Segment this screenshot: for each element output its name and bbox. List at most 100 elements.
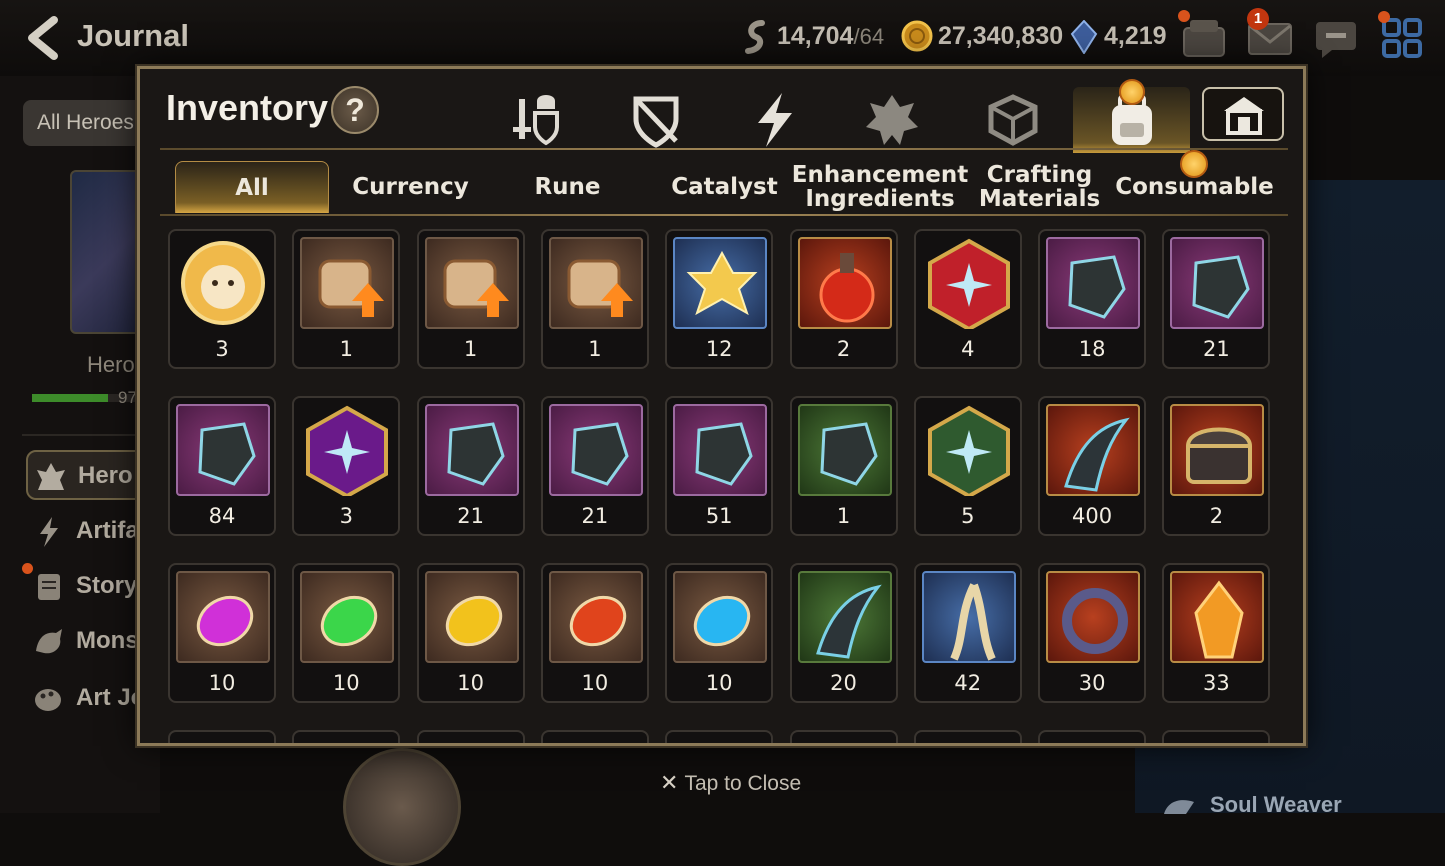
soul-weaver-icon bbox=[1164, 800, 1194, 814]
upgrade-scroll-icon bbox=[300, 237, 395, 329]
item-count: 30 bbox=[1078, 671, 1106, 695]
inventory-item-cyan-armor-rune[interactable]: 21 bbox=[1162, 229, 1271, 369]
mascot-token-icon bbox=[176, 237, 270, 329]
inventory-item-rainbow-upgrade-scroll[interactable]: 1 bbox=[416, 229, 525, 369]
inventory-item-hammer-rune[interactable]: 84 bbox=[168, 396, 276, 536]
inventory-item-partial[interactable] bbox=[913, 730, 1022, 743]
white-sword-rune-icon bbox=[797, 404, 892, 496]
purple-star-rune-icon bbox=[300, 404, 394, 496]
inventory-item-flame-crystal[interactable]: 33 bbox=[1162, 563, 1271, 703]
tabs-divider bbox=[160, 214, 1288, 216]
inventory-item-yellow-sun-gem[interactable]: 10 bbox=[416, 563, 525, 703]
shop-icon[interactable] bbox=[1180, 14, 1228, 62]
inventory-item-dragon-upgrade-scroll[interactable]: 1 bbox=[540, 229, 649, 369]
inventory-item-spirit-ring[interactable]: 30 bbox=[1038, 563, 1147, 703]
herb-root-icon bbox=[921, 571, 1016, 663]
equipment-icon[interactable] bbox=[507, 91, 567, 149]
rune-icon[interactable] bbox=[862, 91, 922, 149]
inventory-item-green-leaf-gem[interactable]: 10 bbox=[292, 563, 401, 703]
inventory-item-red-potion[interactable]: 2 bbox=[789, 229, 898, 369]
inventory-item-golden-crystal-flower[interactable]: 12 bbox=[665, 229, 774, 369]
inventory-item-cyan-rune[interactable]: 18 bbox=[1038, 229, 1147, 369]
close-icon: ✕ bbox=[660, 770, 679, 795]
cyan-armor-rune-icon bbox=[1170, 237, 1265, 329]
inventory-item-green-star-rune[interactable]: 5 bbox=[913, 396, 1022, 536]
flame-crystal-icon bbox=[1170, 571, 1265, 663]
tab-currency[interactable]: Currency bbox=[333, 161, 488, 213]
inventory-item-purple-star-rune[interactable]: 3 bbox=[292, 396, 401, 536]
storage-button[interactable] bbox=[1202, 87, 1284, 141]
item-count: 10 bbox=[457, 671, 484, 695]
pink-moon-gem-icon bbox=[176, 571, 270, 663]
tab-all[interactable]: All bbox=[175, 161, 329, 213]
item-count: 33 bbox=[1203, 671, 1230, 695]
modal-title: Inventory bbox=[166, 87, 329, 128]
inventory-item-monster-claw[interactable]: 20 bbox=[789, 563, 898, 703]
inventory-item-partial[interactable] bbox=[1162, 730, 1271, 743]
dark-claw-fragment-icon bbox=[1046, 404, 1141, 496]
tab-crafting-materials[interactable]: Crafting Materials bbox=[962, 161, 1117, 213]
frame-corner bbox=[1283, 723, 1303, 743]
box-icon[interactable] bbox=[983, 91, 1043, 149]
inventory-item-partial[interactable] bbox=[665, 730, 774, 743]
inventory-item-red-flame-gem[interactable]: 10 bbox=[540, 563, 649, 703]
inventory-item-exclamation-rune[interactable]: 51 bbox=[665, 396, 774, 536]
inventory-item-treasure-chest[interactable]: 2 bbox=[1162, 396, 1271, 536]
inventory-item-dark-claw-fragment[interactable]: 400 bbox=[1038, 396, 1147, 536]
item-count: 10 bbox=[581, 671, 609, 695]
red-flame-gem-icon bbox=[548, 571, 643, 663]
back-arrow-icon[interactable] bbox=[20, 14, 64, 62]
inventory-item-blue-ice-gem[interactable]: 10 bbox=[665, 563, 774, 703]
consumable-notification-dot bbox=[1180, 150, 1208, 178]
item-count: 21 bbox=[457, 504, 484, 528]
frame-corner bbox=[140, 69, 160, 89]
category-notification-dot bbox=[1119, 79, 1145, 105]
lightning-icon[interactable] bbox=[746, 91, 806, 149]
inventory-item-partial[interactable] bbox=[292, 730, 401, 743]
help-button[interactable]: ? bbox=[331, 86, 379, 134]
tab-rune[interactable]: Rune bbox=[490, 161, 645, 213]
hero-progress-fill bbox=[32, 394, 108, 402]
item-count: 51 bbox=[705, 504, 733, 528]
inventory-item-partial[interactable] bbox=[540, 730, 649, 743]
menu-notification-dot bbox=[1378, 11, 1390, 23]
item-count: 21 bbox=[1203, 337, 1230, 361]
red-star-rune-icon bbox=[922, 237, 1016, 329]
item-count: 4 bbox=[961, 337, 975, 361]
inventory-item-sword-rune[interactable]: 21 bbox=[540, 396, 649, 536]
sword-rune-icon bbox=[548, 404, 643, 496]
item-count: 2 bbox=[836, 337, 851, 361]
frame-corner bbox=[1283, 69, 1303, 89]
green-leaf-gem-icon bbox=[300, 571, 395, 663]
skystone-icon bbox=[1070, 20, 1098, 54]
tab-catalyst[interactable]: Catalyst bbox=[647, 161, 802, 213]
item-count: 3 bbox=[339, 504, 353, 528]
inventory-item-partial[interactable] bbox=[789, 730, 898, 743]
storage-icon bbox=[1224, 97, 1264, 135]
tab-enhancement-ingredients[interactable]: Enhancement Ingredients bbox=[792, 161, 969, 213]
gold-value: 27,340,830 bbox=[938, 22, 1064, 50]
page-title: Journal bbox=[77, 18, 189, 53]
inventory-item-upgrade-scroll[interactable]: 1 bbox=[292, 229, 401, 369]
inventory-item-pink-moon-gem[interactable]: 10 bbox=[168, 563, 276, 703]
inventory-item-partial[interactable] bbox=[416, 730, 525, 743]
inventory-item-spiral-rune[interactable]: 21 bbox=[416, 396, 525, 536]
inventory-item-partial[interactable] bbox=[1038, 730, 1147, 743]
item-count: 42 bbox=[954, 671, 982, 695]
header-divider bbox=[160, 148, 1288, 150]
item-count: 400 bbox=[1072, 504, 1113, 528]
hero-portrait[interactable] bbox=[343, 748, 461, 866]
inventory-item-herb-root[interactable]: 42 bbox=[913, 563, 1022, 703]
treasure-chest-icon bbox=[1170, 404, 1265, 496]
inventory-item-partial[interactable] bbox=[168, 730, 276, 743]
cyan-rune-icon bbox=[1046, 237, 1141, 329]
shield-icon[interactable] bbox=[626, 91, 686, 149]
artifact-icon bbox=[40, 517, 58, 547]
inventory-item-mascot-token[interactable]: 3 bbox=[168, 229, 276, 369]
inventory-item-red-star-rune[interactable]: 4 bbox=[913, 229, 1022, 369]
art-icon bbox=[35, 689, 61, 711]
green-star-rune-icon bbox=[922, 404, 1016, 496]
chat-icon[interactable] bbox=[1312, 14, 1360, 62]
inventory-item-white-sword-rune[interactable]: 1 bbox=[789, 396, 898, 536]
tap-to-close[interactable]: ✕ Tap to Close bbox=[660, 770, 801, 796]
